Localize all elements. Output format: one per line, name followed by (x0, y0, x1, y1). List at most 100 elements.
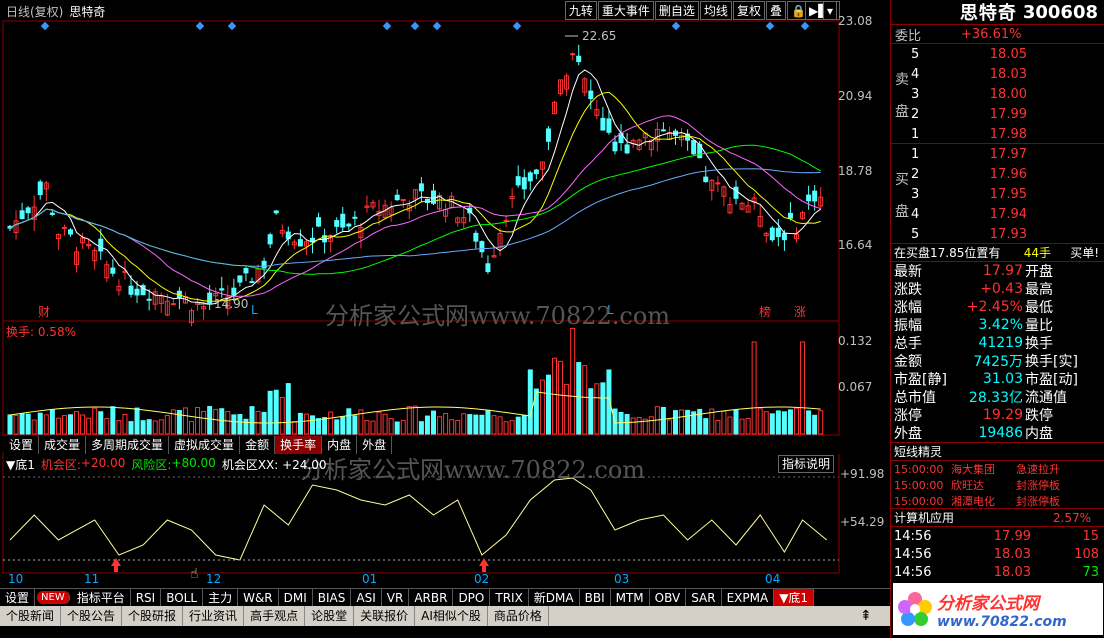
volume-bar (140, 420, 146, 435)
candle-body (703, 176, 709, 183)
news-bar: 个股新闻 个股公告 个股研报 行业资讯 高手观点 论股堂 关联报价 AI相似个股… (0, 606, 890, 626)
tab-trix[interactable]: TRIX (490, 589, 529, 606)
candle-body (394, 194, 400, 201)
candle-body (134, 288, 140, 296)
stat-label: 振幅 (894, 318, 922, 334)
tab-bias[interactable]: BIAS (313, 589, 352, 606)
tab-di1[interactable]: ▼底1 (774, 589, 815, 606)
volume-bar (376, 411, 382, 435)
news-commodity-prices[interactable]: 商品价格 (488, 606, 549, 626)
volume-bar (727, 416, 733, 435)
buy-level-3[interactable]: 3 17.95 (891, 184, 1104, 204)
news-expert-views[interactable]: 高手观点 (244, 606, 306, 626)
tick-price: 18.03 (993, 546, 1031, 562)
scroll-top-icon[interactable]: ⇞ (860, 608, 872, 624)
tab-bbi[interactable]: BBI (580, 589, 611, 606)
news-stock-news[interactable]: 个股新闻 (0, 606, 62, 626)
candle-body (273, 210, 279, 214)
opportunity-xx: 机会区XX: +24.00 (221, 458, 327, 472)
tab-amount[interactable]: 金额 (240, 436, 276, 454)
news-announcements[interactable]: 个股公告 (61, 606, 123, 626)
tab-inner-volume[interactable]: 内盘 (322, 436, 358, 454)
stat-row: 涨停 19.29 跌停 (891, 406, 1104, 424)
tab-virtual-volume[interactable]: 虚拟成交量 (169, 436, 241, 454)
volume-bar (195, 407, 201, 435)
news-research[interactable]: 个股研报 (122, 606, 184, 626)
volume-tick: 0.067 (838, 380, 873, 394)
volume-bar (588, 388, 594, 435)
short-line-title[interactable]: 短线精灵 (891, 443, 942, 460)
tab-rsi[interactable]: RSI (131, 589, 162, 606)
sell-level-2[interactable]: 2 17.99 (891, 104, 1104, 124)
buy-book: 买盘 1 17.97 2 17.96 3 17.95 4 17.94 5 17.93 (891, 144, 1104, 244)
news-ai-similar[interactable]: AI相似个股 (415, 606, 488, 626)
new-badge[interactable]: NEW (37, 591, 70, 604)
volume-bar (418, 421, 424, 435)
tab-vr[interactable]: VR (382, 589, 410, 606)
tab-indicator-platform[interactable]: 指标平台 (72, 589, 131, 606)
short-time: 15:00:00 (894, 494, 944, 508)
volume-bar (570, 327, 576, 435)
tab-dpo[interactable]: DPO (453, 589, 491, 606)
volume-bar (328, 411, 334, 435)
buy-level-1[interactable]: 1 17.97 (891, 144, 1104, 164)
tab-settings[interactable]: 设置 (0, 589, 36, 606)
news-related-quotes[interactable]: 关联报价 (354, 606, 416, 626)
tab-volume[interactable]: 成交量 (39, 436, 87, 454)
sell-level-1[interactable]: 1 17.98 (891, 124, 1104, 144)
price-tick: 18.78 (838, 164, 873, 178)
stat-row: 涨跌 +0.43 最高 (891, 280, 1104, 298)
volume-bar (152, 420, 158, 435)
buy-level-2[interactable]: 2 17.96 (891, 164, 1104, 184)
tab-outer-volume[interactable]: 外盘 (357, 436, 393, 454)
indicator-help-button[interactable]: 指标说明 (778, 455, 835, 473)
tab-settings[interactable]: 设置 (4, 436, 40, 454)
short-line-item[interactable]: 15:00:00 欣旺达 封涨停板 (891, 477, 1104, 493)
volume-bar (346, 408, 352, 435)
tab-expma[interactable]: EXPMA (722, 589, 775, 606)
brand-name: 分析家公式网 (937, 593, 1039, 614)
tab-new-dma[interactable]: 新DMA (529, 589, 580, 606)
short-line-item[interactable]: 15:00:00 海大集团 急速拉升 (891, 461, 1104, 477)
volume-bar (382, 413, 388, 435)
buy-level-4[interactable]: 4 17.94 (891, 204, 1104, 224)
l-tag[interactable]: L (251, 303, 258, 317)
candle-body (231, 287, 237, 296)
limit-up-tag[interactable]: 涨 (794, 303, 806, 320)
candle-body (588, 90, 594, 100)
tick-row: 14:56 17.99 15 (891, 527, 1104, 545)
tab-boll[interactable]: BOLL (161, 589, 204, 606)
tick-volume: 108 (1074, 546, 1099, 562)
sell-level-5[interactable]: 5 18.05 (891, 44, 1104, 64)
tab-sar[interactable]: SAR (686, 589, 722, 606)
tab-asi[interactable]: ASI (351, 589, 382, 606)
tab-wr[interactable]: W&R (238, 589, 279, 606)
buy-level-5[interactable]: 5 17.93 (891, 224, 1104, 244)
month-label: 04 (765, 572, 781, 586)
tab-arbr[interactable]: ARBR (409, 589, 454, 606)
sell-level-4[interactable]: 4 18.03 (891, 64, 1104, 84)
news-forum[interactable]: 论股堂 (305, 606, 355, 626)
tab-obv[interactable]: OBV (650, 589, 687, 606)
indicator-name[interactable]: ▼底1 (6, 456, 35, 473)
tab-dmi[interactable]: DMI (279, 589, 313, 606)
short-line-item[interactable]: 15:00:00 湘潭电化 封涨停板 (891, 493, 1104, 509)
tab-main-force[interactable]: 主力 (203, 589, 239, 606)
indicator-line (9, 477, 828, 561)
finance-tag[interactable]: 财 (38, 303, 50, 320)
risk-label: 风险区: (131, 458, 172, 472)
tab-mtm[interactable]: MTM (611, 589, 650, 606)
volume-bar (364, 420, 370, 435)
stat-value: 7425万 (973, 354, 1023, 370)
volume-bar (92, 407, 98, 435)
candle-body (146, 298, 152, 301)
tab-multi-period-volume[interactable]: 多周期成交量 (86, 436, 170, 454)
news-industry[interactable]: 行业资讯 (183, 606, 245, 626)
tab-turnover-rate[interactable]: 换手率 (275, 436, 323, 454)
sector-name[interactable]: 计算机应用 (891, 509, 1031, 526)
level-number: 5 (911, 46, 920, 62)
ranking-tag[interactable]: 榜 (759, 303, 771, 320)
short-line-list: 15:00:00 海大集团 急速拉升 15:00:00 欣旺达 封涨停板 15:00:00 湘… (891, 461, 1104, 509)
sell-level-3[interactable]: 3 18.00 (891, 84, 1104, 104)
brand-banner[interactable]: 分析家公式网 www.70822.com (893, 583, 1103, 635)
